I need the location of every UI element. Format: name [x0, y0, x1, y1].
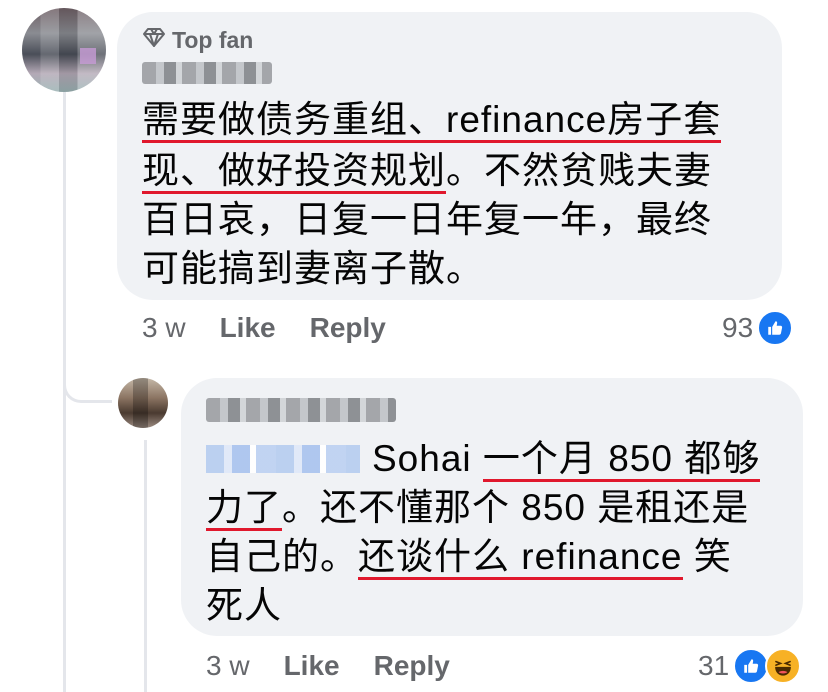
comment-line-1: 需要做债务重组、refinance房子套: [142, 96, 722, 144]
highlighted-text: 现、做好投资规划: [142, 151, 446, 194]
reply-timestamp[interactable]: 3 w: [206, 650, 250, 682]
reply-text: 死人: [206, 585, 282, 626]
highlighted-text: 需要做债务重组、refinance房子套: [142, 100, 722, 143]
highlighted-text: 力了: [206, 488, 282, 531]
like-button[interactable]: Like: [220, 312, 276, 344]
reply-line-1: Sohai 一个月 850 都够: [372, 435, 761, 483]
reply-text: 笑: [682, 536, 732, 577]
reply-actions: 3 w Like Reply: [206, 650, 450, 682]
highlighted-text: 还谈什么 refinance: [358, 537, 683, 580]
reply-line-2: 力了。还不懂那个 850 是租还是: [206, 484, 749, 532]
reply-like-button[interactable]: Like: [284, 650, 340, 682]
haha-reaction-icon: [765, 648, 802, 684]
diamond-icon: [142, 25, 166, 55]
comment-actions: 3 w Like Reply: [142, 312, 386, 344]
like-reaction-icon: [757, 310, 794, 346]
comment-line-2: 现、做好投资规划。不然贫贱夫妻: [142, 147, 712, 195]
commenter-avatar[interactable]: [22, 8, 106, 92]
comment-line-4: 可能搞到妻离子散。: [142, 245, 484, 293]
comment-text: 百日哀，日复一日年复一年，最终: [142, 199, 712, 240]
reply-text: 。还不懂那个 850 是租还是: [282, 487, 750, 528]
replier-name-blurred[interactable]: [206, 398, 396, 422]
comment-line-3: 百日哀，日复一日年复一年，最终: [142, 196, 712, 244]
comment-timestamp[interactable]: 3 w: [142, 312, 186, 344]
reaction-count: 31: [698, 650, 730, 681]
reply-text: Sohai: [372, 438, 483, 479]
reply-line-3: 自己的。还谈什么 refinance 笑: [206, 533, 732, 581]
reply-reply-button[interactable]: Reply: [374, 650, 450, 682]
top-fan-label: Top fan: [172, 26, 254, 53]
like-reaction-icon: [733, 648, 770, 684]
reply-reaction-summary[interactable]: 31: [698, 648, 802, 684]
reply-line-4: 死人: [206, 582, 282, 630]
reply-button[interactable]: Reply: [310, 312, 386, 344]
reply-connector: [63, 360, 112, 403]
reaction-summary[interactable]: 93: [722, 310, 794, 346]
reply-text: 自己的。: [206, 536, 358, 577]
highlighted-text: 一个月 850 都够: [482, 439, 761, 482]
commenter-name-blurred[interactable]: [142, 62, 272, 84]
comment-text: 。不然贫贱夫妻: [446, 150, 712, 191]
reaction-count: 93: [722, 312, 754, 343]
thread-line-reply: [144, 440, 147, 692]
comment-text: 可能搞到妻离子散。: [142, 248, 484, 289]
replier-avatar[interactable]: [118, 378, 168, 428]
top-fan-badge: Top fan: [142, 26, 253, 54]
mention-tag-blurred[interactable]: [206, 445, 360, 473]
